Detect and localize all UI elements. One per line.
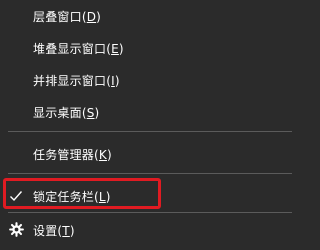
- menu-item-label: 任务管理器(K): [33, 147, 112, 162]
- menu-item-show-desktop[interactable]: 显示桌面(S): [0, 96, 292, 128]
- menu-item-stack-windows[interactable]: 堆叠显示窗口(E): [0, 32, 292, 64]
- menu-separator: [8, 131, 292, 132]
- gear-icon: [9, 222, 24, 237]
- menu-separator: [8, 173, 292, 174]
- menu-item-cascade-windows[interactable]: 层叠窗口(D): [0, 0, 292, 32]
- checkmark-icon: [10, 191, 23, 202]
- menu-item-label: 设置(T): [33, 223, 75, 238]
- menu-item-task-manager[interactable]: 任务管理器(K): [0, 138, 292, 170]
- menu-item-label: 并排显示窗口(I): [33, 73, 120, 88]
- menu-item-settings[interactable]: 设置(T): [0, 214, 292, 246]
- menu-item-side-by-side-windows[interactable]: 并排显示窗口(I): [0, 64, 292, 96]
- menu-separator: [8, 212, 292, 213]
- menu-item-label: 显示桌面(S): [33, 105, 100, 120]
- taskbar-context-menu: 层叠窗口(D) 堆叠显示窗口(E) 并排显示窗口(I) 显示桌面(S) 任务管理…: [0, 0, 292, 250]
- menu-item-label: 堆叠显示窗口(E): [33, 41, 124, 56]
- menu-item-label: 锁定任务栏(L): [33, 189, 111, 204]
- menu-item-lock-taskbar[interactable]: 锁定任务栏(L): [0, 180, 292, 212]
- menu-item-label: 层叠窗口(D): [33, 9, 102, 24]
